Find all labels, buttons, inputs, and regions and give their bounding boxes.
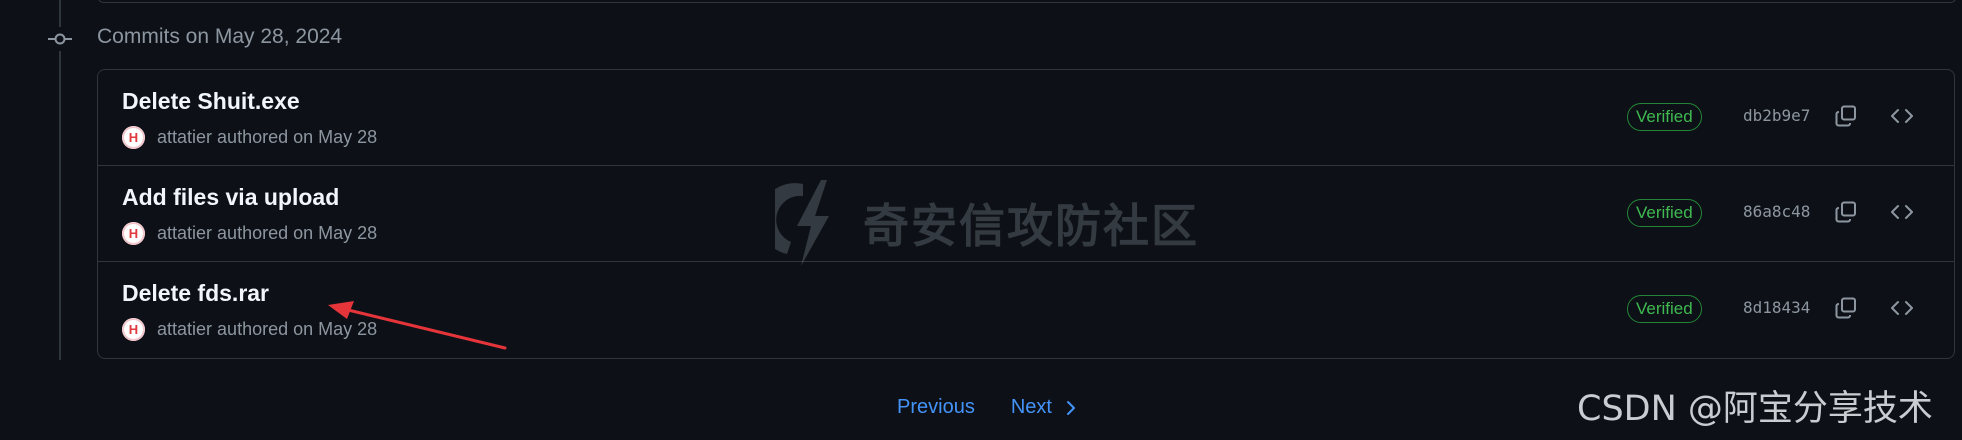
copy-sha-button[interactable] — [1831, 197, 1861, 227]
avatar-letter: H — [128, 226, 139, 241]
copy-icon — [1835, 201, 1856, 223]
browse-repo-button[interactable] — [1887, 101, 1917, 131]
verified-badge[interactable]: Verified — [1627, 199, 1702, 227]
commit-title-link[interactable]: Add files via upload — [122, 184, 339, 211]
lightning-logo-icon — [775, 180, 829, 266]
browse-repo-button[interactable] — [1887, 293, 1917, 323]
commits-page: Commits on May 28, 2024 Delete Shuit.exe… — [0, 0, 1962, 440]
git-commit-icon — [48, 27, 72, 51]
author-link[interactable]: attatier — [157, 127, 212, 148]
next-page-label: Next — [1010, 396, 1052, 418]
commit-meta: H attatier authored on May 28 — [122, 222, 377, 245]
browse-repo-button[interactable] — [1887, 197, 1917, 227]
commit-title-link[interactable]: Delete fds.rar — [122, 280, 269, 307]
commit-row: Delete Shuit.exe H attatier authored on … — [98, 70, 1954, 166]
annotation-arrow — [328, 301, 507, 350]
commit-meta: H attatier authored on May 28 — [122, 126, 377, 149]
chevron-right-icon — [1066, 400, 1075, 415]
copy-sha-button[interactable] — [1831, 293, 1861, 323]
authored-text: authored on May 28 — [217, 127, 378, 147]
author-link[interactable]: attatier — [157, 223, 212, 244]
commit-title-link[interactable]: Delete Shuit.exe — [122, 88, 300, 115]
copy-icon — [1835, 105, 1856, 127]
csdn-watermark: CSDN @阿宝分享技术 — [1577, 389, 1933, 429]
code-icon — [1891, 109, 1913, 123]
verified-badge[interactable]: Verified — [1627, 295, 1702, 323]
avatar[interactable]: H — [122, 126, 145, 149]
verified-badge[interactable]: Verified — [1627, 103, 1702, 131]
next-page-link[interactable]: Next — [1011, 396, 1076, 419]
avatar[interactable]: H — [122, 222, 145, 245]
avatar-letter: H — [128, 322, 139, 337]
commit-group-date: Commits on May 28, 2024 — [97, 25, 343, 48]
code-icon — [1891, 205, 1913, 219]
avatar-letter: H — [128, 130, 139, 145]
code-icon — [1891, 301, 1913, 315]
timeline-rail — [59, 0, 61, 360]
avatar[interactable]: H — [122, 318, 145, 341]
commit-sha-link[interactable]: db2b9e7 — [1743, 106, 1810, 125]
pagination: Previous Next — [897, 396, 1076, 419]
copy-icon — [1835, 297, 1856, 319]
watermark-text: 奇安信攻防社区 — [863, 199, 1199, 253]
author-link[interactable]: attatier — [157, 319, 212, 340]
copy-sha-button[interactable] — [1831, 101, 1861, 131]
commit-sha-link[interactable]: 8d18434 — [1743, 298, 1810, 317]
commit-sha-link[interactable]: 86a8c48 — [1743, 202, 1810, 221]
previous-page-link[interactable]: Previous — [897, 396, 975, 419]
authored-text: authored on May 28 — [217, 223, 378, 243]
center-watermark: 奇安信攻防社区 — [775, 180, 1199, 266]
previous-group-box — [97, 0, 1957, 3]
